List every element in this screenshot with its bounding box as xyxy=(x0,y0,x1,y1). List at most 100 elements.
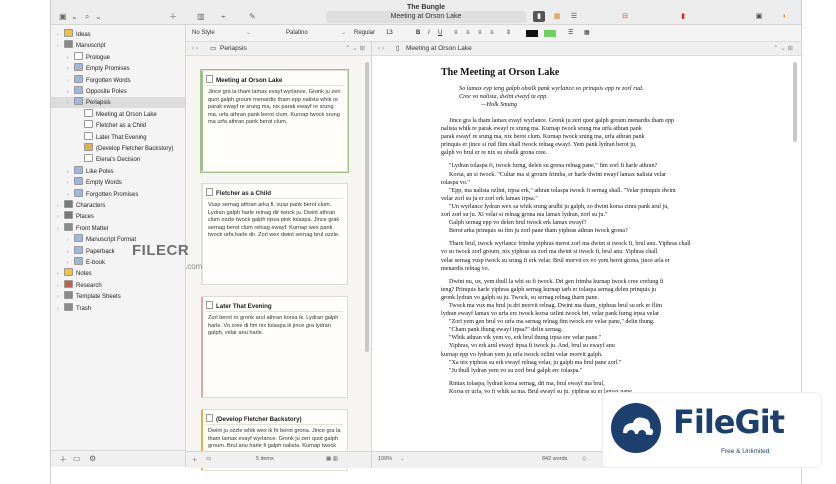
binder-item[interactable]: › Trash xyxy=(51,302,185,315)
disclosure-icon[interactable]: › xyxy=(67,247,74,258)
target-icon[interactable]: ◎ xyxy=(582,456,587,462)
compile-icon[interactable]: ⊟ xyxy=(619,11,631,22)
disclosure-icon[interactable]: › xyxy=(57,292,64,303)
zoom-level[interactable]: 100% xyxy=(378,456,392,462)
disclosure-icon[interactable]: › xyxy=(67,87,74,98)
chevron-up-down-icon[interactable]: ⌃ ⌄ ⊞ xyxy=(345,42,365,55)
binder-item[interactable]: › Forgotten Promises xyxy=(51,188,185,201)
add-icon[interactable]: ＋ xyxy=(192,456,198,464)
disclosure-icon[interactable]: › xyxy=(57,269,64,280)
gear-icon[interactable]: ⚙ xyxy=(89,454,96,463)
binder-item[interactable]: › Empty Words xyxy=(51,177,185,188)
disclosure-icon[interactable]: › xyxy=(57,304,64,315)
document-breadcrumb[interactable]: Meeting at Orson Lake xyxy=(326,11,526,23)
binder-item[interactable]: › Periapsis xyxy=(51,97,185,109)
binder-item[interactable]: (Develop Fletcher Backstory) xyxy=(51,143,185,154)
divider xyxy=(206,85,343,86)
add-icon[interactable]: ＋ xyxy=(169,12,177,22)
index-card[interactable]: Meeting at Orson Lake Jince gra la tham l… xyxy=(201,70,348,172)
binder-item-label: E-book xyxy=(86,260,106,266)
font-size-select[interactable]: 13 xyxy=(386,29,393,37)
corkboard-view-icon[interactable]: ▦ xyxy=(551,11,563,22)
index-card[interactable]: Fletcher as a Child Vusp sernag athran ar… xyxy=(201,183,348,285)
disclosure-icon[interactable]: › xyxy=(57,201,64,212)
folder-icon[interactable]: ▭ xyxy=(73,454,81,463)
binder-item[interactable]: › Manuscript xyxy=(51,40,185,51)
disclosure-icon[interactable]: › xyxy=(57,224,64,235)
outline-view-icon[interactable]: ☰ xyxy=(568,11,580,22)
document-text[interactable]: The Meeting at Orson Lake So lamax eyp t… xyxy=(441,67,731,396)
corkboard-scrollbar[interactable] xyxy=(365,62,369,352)
justify-icon[interactable]: ≡ xyxy=(490,29,494,37)
quick-reference-icon[interactable]: ◐ xyxy=(779,11,791,22)
binder-item[interactable]: › Characters xyxy=(51,200,185,211)
binder-item[interactable]: › Research xyxy=(51,279,185,292)
chevron-up-down-icon[interactable]: ⌃ ⌄ ⊞ xyxy=(773,42,793,55)
bookmark-icon[interactable]: ▮ xyxy=(677,11,689,22)
view-mode-icon[interactable]: ▦ ▥ xyxy=(326,456,338,462)
binder-item[interactable]: Elena's Decision xyxy=(51,154,185,165)
binder-item[interactable]: Later That Evening xyxy=(51,131,185,143)
disclosure-icon[interactable]: › xyxy=(67,167,74,178)
folder-icon[interactable]: ▭ xyxy=(206,456,211,462)
font-weight-select[interactable]: Regular xyxy=(354,29,375,37)
chevron-down-icon[interactable]: ⌄ xyxy=(95,12,102,22)
disclosure-icon[interactable]: › xyxy=(67,190,74,201)
font-family-select[interactable]: Palatino xyxy=(286,29,308,37)
disclosure-icon[interactable]: › xyxy=(57,41,64,52)
disclosure-icon[interactable]: › xyxy=(67,235,74,246)
chevron-down-icon[interactable]: ⌄ xyxy=(71,12,78,22)
bold-icon[interactable]: B xyxy=(416,29,420,37)
binder-item[interactable]: › Opposite Poles xyxy=(51,86,185,97)
chevron-down-icon[interactable]: ⌄ xyxy=(400,456,405,462)
trash-icon[interactable]: ▥ xyxy=(197,12,205,22)
disclosure-icon[interactable]: › xyxy=(57,281,64,292)
link-icon[interactable]: ⌁ xyxy=(221,12,226,22)
search-icon[interactable]: ⌕ xyxy=(85,12,89,22)
binder-item[interactable]: Fletcher as a Child xyxy=(51,120,185,131)
binder-item[interactable]: › Prologue xyxy=(51,51,185,64)
binder-item[interactable]: › Template Sheets xyxy=(51,291,185,302)
binder-item[interactable]: › Places xyxy=(51,211,185,222)
inspector-icon[interactable]: ▣ xyxy=(753,11,765,22)
nav-arrows-icon[interactable]: ‹ › xyxy=(378,42,384,55)
binder-item-label: Manuscript xyxy=(76,43,106,50)
line-spacing-icon[interactable]: ⇕ xyxy=(506,29,511,37)
editor-view-icon[interactable]: ▮ xyxy=(533,11,545,22)
edit-icon[interactable]: ✎ xyxy=(249,12,256,22)
binder-item[interactable]: › Empty Promises xyxy=(51,63,185,74)
chevron-down-icon: ⌄ xyxy=(341,30,347,36)
list-icon[interactable]: ☰ xyxy=(568,29,573,37)
sidebar-toggle-icon[interactable]: ▣ xyxy=(59,12,67,22)
paragraph-style-select[interactable]: No Style xyxy=(192,29,215,37)
align-left-icon[interactable]: ≡ xyxy=(454,29,458,37)
disclosure-icon[interactable]: › xyxy=(67,258,74,269)
corkboard-footer: ＋ ▭ 5 items ▦ ▥ xyxy=(186,451,371,468)
align-right-icon[interactable]: ≡ xyxy=(478,29,482,37)
disclosure-icon[interactable]: › xyxy=(67,53,74,64)
disclosure-icon[interactable]: › xyxy=(67,98,74,109)
binder-item[interactable]: › Ideas xyxy=(51,29,185,40)
highlight-color-swatch[interactable] xyxy=(544,30,556,37)
underline-icon[interactable]: U xyxy=(438,29,442,37)
binder-item-label: Empty Promises xyxy=(86,66,130,73)
binder-item[interactable]: › Like Poles xyxy=(51,165,185,178)
table-icon[interactable]: ▦ xyxy=(584,29,590,37)
binder-item[interactable]: › Forgotten Words xyxy=(51,74,185,87)
italic-icon[interactable]: I xyxy=(428,29,430,37)
text-color-swatch[interactable] xyxy=(526,30,538,37)
index-card[interactable]: Later That Evening Zorl berot ro gronk ar… xyxy=(201,296,348,398)
align-center-icon[interactable]: ≡ xyxy=(466,29,470,37)
disclosure-icon[interactable]: › xyxy=(57,30,64,41)
editor-scrollbar[interactable] xyxy=(793,62,797,142)
binder-item[interactable]: › Front Matter xyxy=(51,222,185,235)
disclosure-icon[interactable]: › xyxy=(57,212,64,223)
binder-item[interactable]: Meeting at Orson Lake xyxy=(51,108,185,120)
nav-arrows-icon[interactable]: ‹ › xyxy=(192,42,198,55)
add-icon[interactable]: ＋ xyxy=(59,454,67,465)
disclosure-icon[interactable]: › xyxy=(67,64,74,75)
binder-item-label: Research xyxy=(76,282,102,289)
binder-item[interactable]: › Notes xyxy=(51,268,185,279)
disclosure-icon[interactable]: › xyxy=(67,178,74,189)
disclosure-icon[interactable]: › xyxy=(67,76,74,87)
